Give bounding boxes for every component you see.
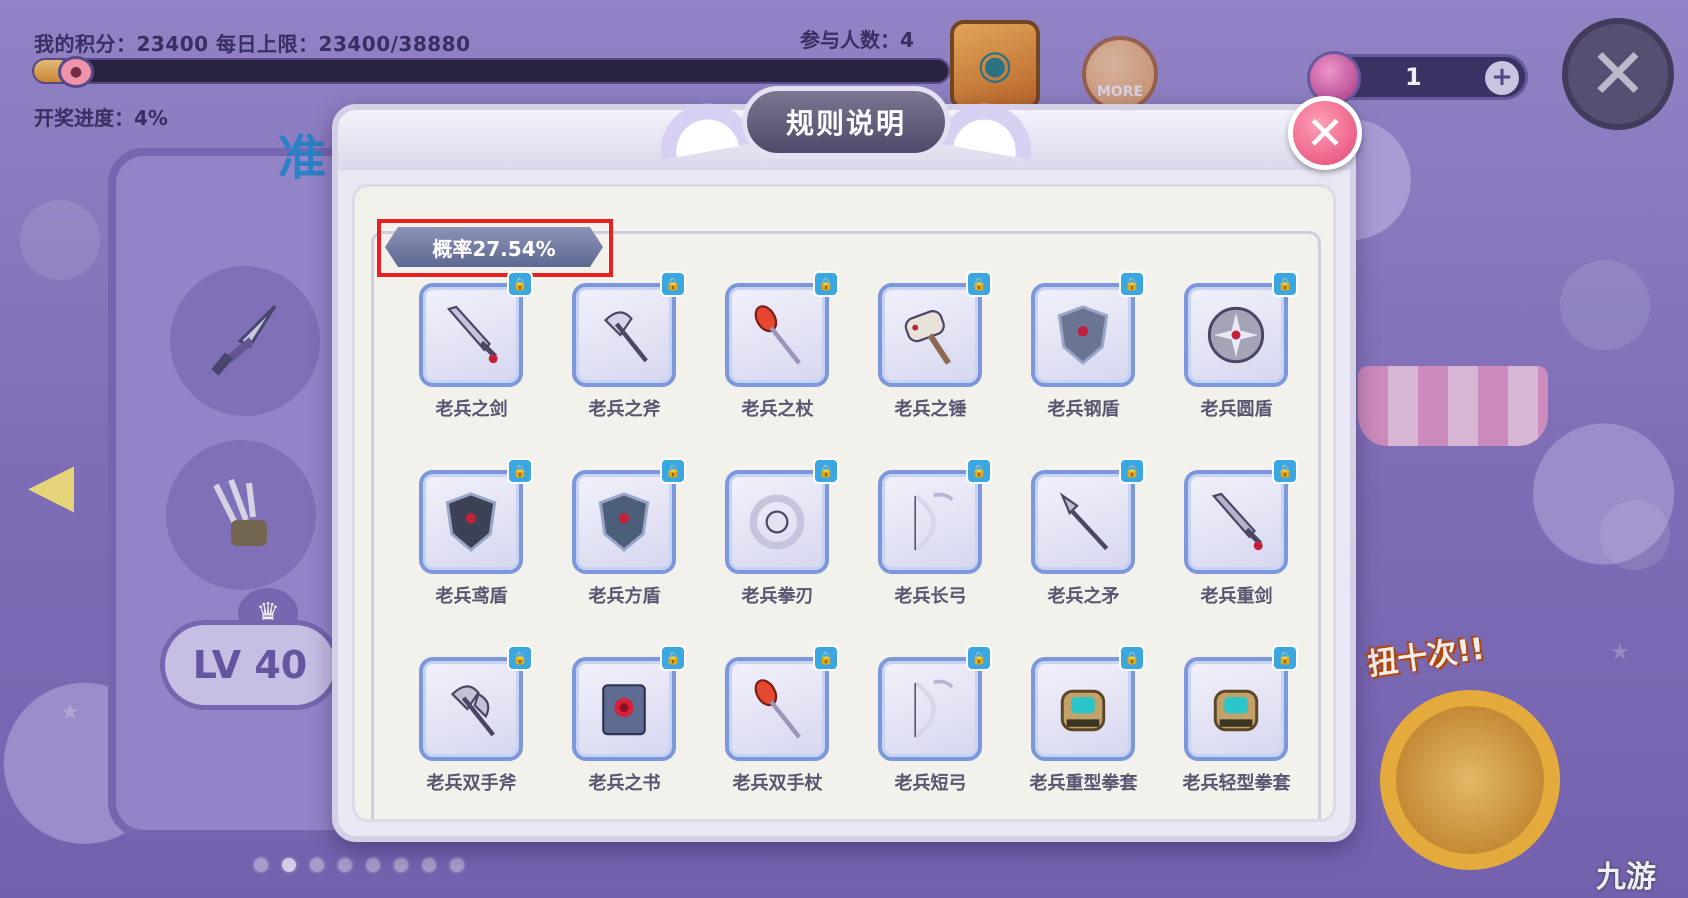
reward-item[interactable]: 🔒 老兵拳刃 bbox=[705, 458, 858, 657]
sword-icon bbox=[419, 283, 523, 387]
reward-item-name: 老兵之矛 bbox=[1047, 586, 1120, 607]
hammer-icon bbox=[878, 283, 982, 387]
lock-icon: 🔒 bbox=[507, 458, 533, 484]
reward-item[interactable]: 🔒 老兵鸢盾 bbox=[399, 458, 552, 657]
lock-icon: 🔒 bbox=[660, 458, 686, 484]
reward-item-name: 老兵双手斧 bbox=[426, 773, 517, 794]
reward-item[interactable]: 🔒 老兵方盾 bbox=[552, 458, 705, 657]
reward-item[interactable]: 🔒 老兵圆盾 bbox=[1164, 271, 1317, 470]
reward-item-name: 老兵重型拳套 bbox=[1029, 773, 1138, 794]
heavy-gauntlet-icon bbox=[1031, 657, 1135, 761]
reward-item[interactable]: 🔒 老兵长弓 bbox=[858, 458, 1011, 657]
reward-item-grid: 🔒 老兵之剑 🔒 老兵之斧 🔒 老兵之杖 🔒 老兵之锤 🔒 老兵钢盾 🔒 老兵圆盾 🔒 老兵鸢盾 🔒 老兵方盾… bbox=[399, 271, 1319, 819]
lock-icon: 🔒 bbox=[966, 458, 992, 484]
reward-item-name: 老兵短弓 bbox=[894, 773, 967, 794]
shortbow-icon bbox=[878, 657, 982, 761]
lock-icon: 🔒 bbox=[1272, 458, 1298, 484]
reward-item[interactable]: 🔒 老兵双手杖 bbox=[705, 645, 858, 819]
reward-item-name: 老兵重剑 bbox=[1200, 586, 1273, 607]
lock-icon: 🔒 bbox=[1119, 645, 1145, 671]
reward-item-name: 老兵拳刃 bbox=[741, 586, 814, 607]
reward-item-name: 老兵钢盾 bbox=[1047, 399, 1120, 420]
lock-icon: 🔒 bbox=[1272, 271, 1298, 297]
book-icon bbox=[572, 657, 676, 761]
reward-item[interactable]: 🔒 老兵轻型拳套 bbox=[1164, 645, 1317, 819]
reward-item[interactable]: 🔒 老兵之矛 bbox=[1011, 458, 1164, 657]
reward-item[interactable]: 🔒 老兵之剑 bbox=[399, 271, 552, 470]
light-gauntlet-icon bbox=[1184, 657, 1288, 761]
reward-item-name: 老兵方盾 bbox=[588, 586, 661, 607]
round-shield-icon bbox=[1184, 283, 1288, 387]
reward-item[interactable]: 🔒 老兵之锤 bbox=[858, 271, 1011, 470]
reward-item[interactable]: 🔒 老兵之书 bbox=[552, 645, 705, 819]
close-icon: ✕ bbox=[1305, 106, 1345, 160]
steel-shield-icon bbox=[1031, 283, 1135, 387]
fist-blade-icon bbox=[725, 470, 829, 574]
reward-item[interactable]: 🔒 老兵重剑 bbox=[1164, 458, 1317, 657]
drop-rate-tag: 概率27.54% bbox=[385, 227, 603, 267]
reward-item-name: 老兵之锤 bbox=[894, 399, 967, 420]
reward-item[interactable]: 🔒 老兵之斧 bbox=[552, 271, 705, 470]
reward-item-name: 老兵轻型拳套 bbox=[1182, 773, 1291, 794]
modal-title: 规则说明 bbox=[742, 86, 950, 158]
lock-icon: 🔒 bbox=[813, 458, 839, 484]
lock-icon: 🔒 bbox=[660, 271, 686, 297]
axe-icon bbox=[572, 283, 676, 387]
reward-item-name: 老兵双手杖 bbox=[732, 773, 823, 794]
lock-icon: 🔒 bbox=[813, 645, 839, 671]
lock-icon: 🔒 bbox=[813, 271, 839, 297]
spear-icon bbox=[1031, 470, 1135, 574]
reward-item[interactable]: 🔒 老兵短弓 bbox=[858, 645, 1011, 819]
modal-close-button[interactable]: ✕ bbox=[1288, 96, 1362, 170]
reward-item[interactable]: 🔒 老兵钢盾 bbox=[1011, 271, 1164, 470]
kite-shield-icon bbox=[419, 470, 523, 574]
reward-item-name: 老兵之书 bbox=[588, 773, 661, 794]
longbow-icon bbox=[878, 470, 982, 574]
reward-item-name: 老兵长弓 bbox=[894, 586, 967, 607]
rules-modal: 规则说明 ✕ 概率27.54% 🔒 老兵之剑 🔒 老兵之斧 🔒 老兵之杖 🔒 老兵之锤 🔒 老兵钢… bbox=[332, 86, 1362, 842]
staff-icon bbox=[725, 283, 829, 387]
greatsword-icon bbox=[1184, 470, 1288, 574]
reward-item[interactable]: 🔒 老兵重型拳套 bbox=[1011, 645, 1164, 819]
reward-item-name: 老兵之斧 bbox=[588, 399, 661, 420]
reward-item-name: 老兵鸢盾 bbox=[435, 586, 508, 607]
double-axe-icon bbox=[419, 657, 523, 761]
lock-icon: 🔒 bbox=[966, 271, 992, 297]
lock-icon: 🔒 bbox=[1119, 458, 1145, 484]
lock-icon: 🔒 bbox=[966, 645, 992, 671]
reward-item-name: 老兵之剑 bbox=[435, 399, 508, 420]
reward-item[interactable]: 🔒 老兵之杖 bbox=[705, 271, 858, 470]
reward-item-name: 老兵之杖 bbox=[741, 399, 814, 420]
lock-icon: 🔒 bbox=[507, 645, 533, 671]
lock-icon: 🔒 bbox=[507, 271, 533, 297]
square-shield-icon bbox=[572, 470, 676, 574]
lock-icon: 🔒 bbox=[1119, 271, 1145, 297]
rules-content[interactable]: 概率27.54% 🔒 老兵之剑 🔒 老兵之斧 🔒 老兵之杖 🔒 老兵之锤 🔒 老兵钢盾 🔒 老兵圆盾 🔒… bbox=[352, 184, 1336, 822]
two-hand-staff-icon bbox=[725, 657, 829, 761]
reward-item[interactable]: 🔒 老兵双手斧 bbox=[399, 645, 552, 819]
reward-item-name: 老兵圆盾 bbox=[1200, 399, 1273, 420]
lock-icon: 🔒 bbox=[660, 645, 686, 671]
lock-icon: 🔒 bbox=[1272, 645, 1298, 671]
